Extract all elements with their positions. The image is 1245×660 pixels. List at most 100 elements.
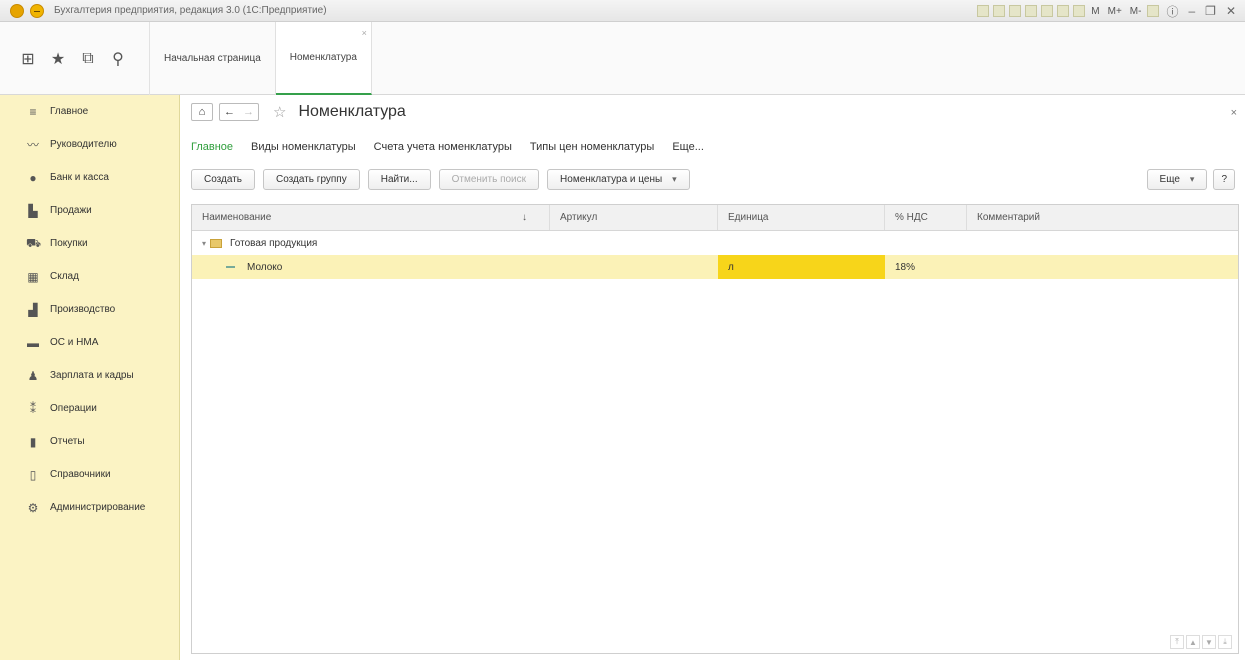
sidebar-item-reports[interactable]: ▮ Отчеты: [0, 425, 179, 458]
search-icon[interactable]: ⚲: [110, 49, 126, 69]
home-button[interactable]: ⌂: [191, 103, 213, 121]
calendar-icon[interactable]: [1073, 5, 1086, 17]
more-button[interactable]: Еще ▾: [1146, 169, 1208, 190]
calculator-icon[interactable]: [1057, 5, 1070, 17]
row-vat: [885, 231, 967, 255]
cancel-search-button[interactable]: Отменить поиск: [438, 169, 540, 190]
favorites-star-icon[interactable]: ★: [50, 49, 66, 69]
column-header-vat[interactable]: % НДС: [885, 205, 967, 230]
sidebar-item-references[interactable]: ▯ Справочники: [0, 458, 179, 491]
save-icon[interactable]: [977, 5, 990, 17]
factory-icon: ▟: [28, 302, 38, 317]
subtab-main[interactable]: Главное: [191, 141, 233, 153]
sidebar-item-assets[interactable]: ▬ ОС и НМА: [0, 326, 179, 359]
find-button[interactable]: Найти...: [367, 169, 431, 190]
column-header-article[interactable]: Артикул: [550, 205, 718, 230]
history-icon[interactable]: [1041, 5, 1054, 17]
history-icon[interactable]: ⧉: [80, 50, 96, 68]
expand-arrow-icon[interactable]: ▾: [202, 239, 206, 248]
memory-plus-button[interactable]: M+: [1106, 6, 1124, 17]
title-bar: Бухгалтерия предприятия, редакция 3.0 (1…: [0, 0, 1245, 22]
column-header-name[interactable]: Наименование ↓: [192, 205, 550, 230]
row-article: [550, 231, 718, 255]
top-icons: ⊞ ★ ⧉ ⚲: [0, 22, 150, 95]
tab-label: Номенклатура: [289, 52, 357, 63]
prices-label: Номенклатура и цены: [560, 174, 663, 185]
scroll-top-icon[interactable]: ⤒: [1170, 635, 1184, 649]
cart-icon: ⛟: [26, 235, 42, 250]
sidebar-item-manager[interactable]: 〰 Руководителю: [0, 128, 179, 161]
tab-label: Начальная страница: [164, 53, 261, 64]
window-title: Бухгалтерия предприятия, редакция 3.0 (1…: [54, 5, 327, 16]
subtab-kinds[interactable]: Виды номенклатуры: [251, 141, 356, 153]
scroll-up-icon[interactable]: ▲: [1186, 635, 1200, 649]
sidebar-item-bank[interactable]: ● Банк и касса: [0, 161, 179, 194]
home-icon: ⌂: [198, 106, 206, 118]
sidebar-item-sales[interactable]: ▙ Продажи: [0, 194, 179, 227]
book-icon: ▯: [29, 467, 37, 482]
link-icon[interactable]: [1025, 5, 1038, 17]
nomenclature-table[interactable]: Наименование ↓ Артикул Единица % НДС Ком…: [191, 204, 1239, 654]
scroll-bottom-icon[interactable]: ⤓: [1218, 635, 1232, 649]
shop-icon: ▙: [28, 203, 38, 218]
tab-home[interactable]: Начальная страница: [150, 22, 276, 95]
back-button[interactable]: ← →: [219, 103, 259, 121]
minimize-button[interactable]: –: [1185, 4, 1198, 18]
tab-close-icon[interactable]: ×: [362, 28, 367, 38]
memory-minus-button[interactable]: M-: [1128, 6, 1144, 17]
forward-arrow-icon: →: [243, 106, 254, 118]
restore-button[interactable]: ❐: [1202, 4, 1219, 18]
table-row[interactable]: Молоко л 18%: [192, 255, 1238, 279]
more-label: Еще: [1159, 174, 1180, 185]
chevron-down-icon: ▾: [1189, 174, 1195, 184]
column-header-comment[interactable]: Комментарий: [967, 205, 1238, 230]
sidebar-item-admin[interactable]: ⚙ Администрирование: [0, 491, 179, 524]
right-commands: Еще ▾ ?: [1146, 169, 1235, 190]
preview-icon[interactable]: [1009, 5, 1022, 17]
sidebar-item-warehouse[interactable]: ▦ Склад: [0, 260, 179, 293]
sidebar-item-main[interactable]: ≡ Главное: [0, 95, 179, 128]
sort-down-icon: ↓: [522, 212, 527, 223]
coins-icon: ●: [29, 170, 37, 185]
table-header: Наименование ↓ Артикул Единица % НДС Ком…: [192, 205, 1238, 231]
tab-nomenclature[interactable]: Номенклатура ×: [275, 22, 372, 95]
menu-icon: ≡: [29, 104, 37, 119]
info-icon[interactable]: ⓘ: [1163, 3, 1181, 20]
open-tabs: Начальная страница Номенклатура ×: [150, 22, 372, 95]
close-form-icon[interactable]: ×: [1231, 107, 1237, 119]
report-icon: ▮: [29, 434, 37, 449]
create-group-button[interactable]: Создать группу: [263, 169, 360, 190]
form-subtabs: Главное Виды номенклатуры Счета учета но…: [191, 141, 704, 153]
warehouse-icon: ▦: [27, 269, 39, 284]
prices-button[interactable]: Номенклатура и цены ▾: [547, 169, 690, 190]
subtab-more[interactable]: Еще...: [672, 141, 704, 153]
table-row[interactable]: ▾ Готовая продукция: [192, 231, 1238, 255]
row-unit[interactable]: л: [718, 255, 885, 279]
sidebar-item-salary[interactable]: ♟ Зарплата и кадры: [0, 359, 179, 392]
help-button[interactable]: ?: [1213, 169, 1235, 190]
form-nav: ⌂ ← → ☆ Номенклатура: [191, 103, 406, 121]
main-menu-icon[interactable]: [30, 3, 44, 18]
sidebar-item-operations[interactable]: ⁑ Операции: [0, 392, 179, 425]
subtab-price-types[interactable]: Типы цен номенклатуры: [530, 141, 654, 153]
row-unit: [718, 231, 885, 255]
scroll-down-icon[interactable]: ▼: [1202, 635, 1216, 649]
favorite-star-icon[interactable]: ☆: [273, 103, 286, 121]
truck-icon: ▬: [27, 335, 39, 350]
item-dash-icon: [226, 266, 235, 268]
sidebar-item-purchases[interactable]: ⛟ Покупки: [0, 227, 179, 260]
top-bar: ⊞ ★ ⧉ ⚲ Начальная страница Номенклатура …: [0, 22, 1245, 95]
subtab-accounts[interactable]: Счета учета номенклатуры: [374, 141, 512, 153]
create-button[interactable]: Создать: [191, 169, 256, 190]
command-bar: Создать Создать группу Найти... Отменить…: [191, 169, 690, 190]
close-window-button[interactable]: ✕: [1223, 4, 1239, 18]
memory-m-button[interactable]: M: [1089, 6, 1101, 17]
folder-icon: [210, 238, 223, 248]
row-comment: [967, 255, 1238, 279]
column-header-unit[interactable]: Единица: [718, 205, 885, 230]
window-layout-icon[interactable]: [1147, 5, 1160, 17]
sidebar-item-production[interactable]: ▟ Производство: [0, 293, 179, 326]
sections-grid-icon[interactable]: ⊞: [20, 49, 36, 69]
chevron-down-icon: ▾: [672, 174, 677, 184]
print-icon[interactable]: [993, 5, 1006, 17]
